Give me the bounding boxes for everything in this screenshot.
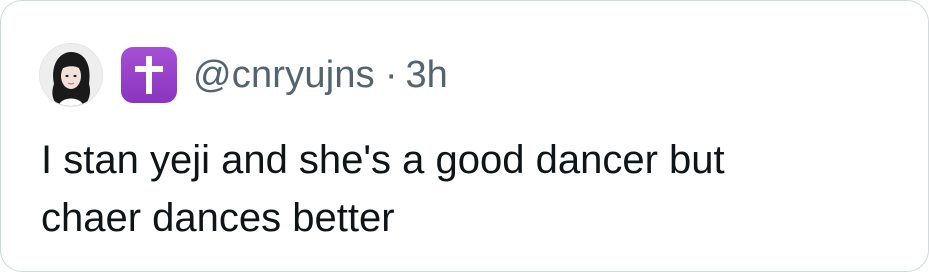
tweet-timestamp[interactable]: 3h xyxy=(406,54,448,97)
tweet-header: @cnryujns · 3h xyxy=(39,43,448,107)
avatar-image xyxy=(40,44,102,106)
tweet-body: I stan yeji and she's a good dancer but … xyxy=(41,131,901,247)
tweet-text-line-1: I stan yeji and she's a good dancer but xyxy=(41,138,725,182)
latin-cross-icon xyxy=(121,47,177,103)
user-avatar[interactable] xyxy=(39,43,103,107)
separator-dot: · xyxy=(384,53,398,96)
tweet-card[interactable]: @cnryujns · 3h I stan yeji and she's a g… xyxy=(0,0,929,272)
tweet-text-line-2: chaer dances better xyxy=(41,196,395,240)
user-handle[interactable]: @cnryujns xyxy=(193,54,375,97)
